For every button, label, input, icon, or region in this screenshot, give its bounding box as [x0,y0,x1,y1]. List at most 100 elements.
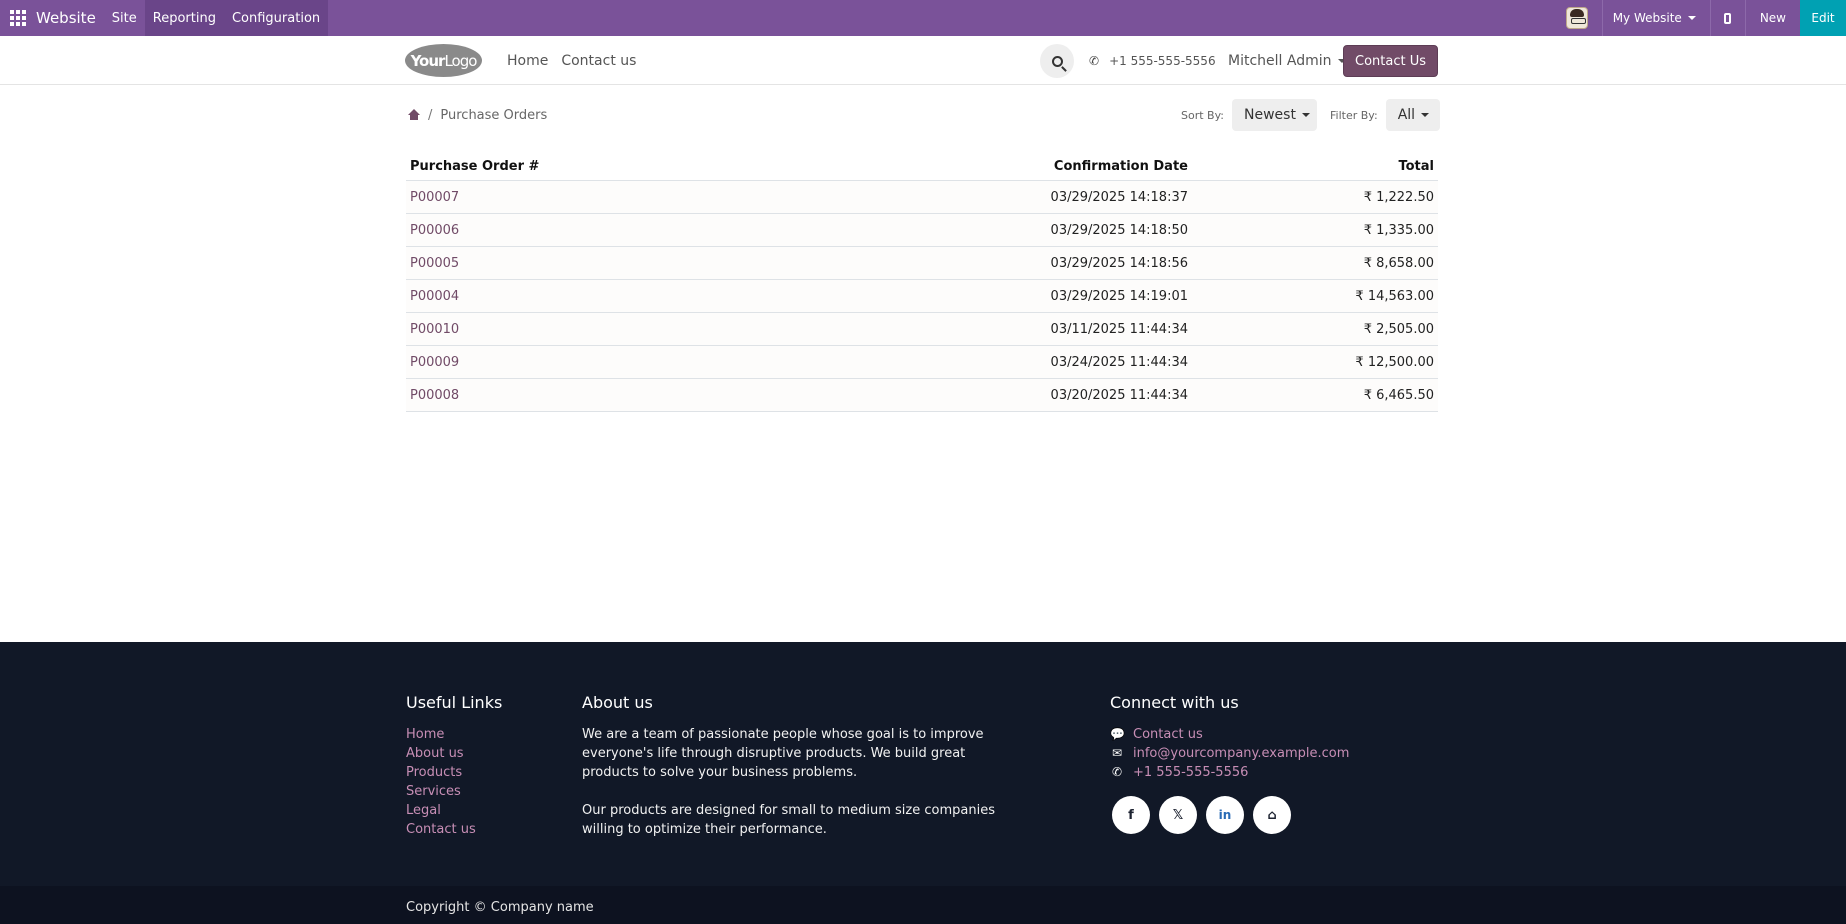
edit-button[interactable]: Edit [1800,0,1846,36]
footer-link-about[interactable]: About us [406,744,476,763]
connect-phone[interactable]: ✆ +1 555-555-5556 [1110,763,1349,782]
mobile-preview-icon[interactable] [1711,0,1745,36]
order-ref-link[interactable]: P00004 [406,289,926,304]
connect-title: Connect with us [1110,693,1239,712]
order-ref-link[interactable]: P00009 [406,355,926,370]
order-total: ₹ 8,658.00 [1363,255,1434,271]
header-phone[interactable]: ✆ +1 555-555-5556 [1089,36,1216,85]
about-paragraph: We are a team of passionate people whose… [582,727,984,780]
site-header: Your Logo Home Contact us ✆ +1 555-555-55… [0,36,1846,85]
order-total: ₹ 1,222.50 [1363,189,1434,205]
menu-configuration[interactable]: Configuration [223,0,329,36]
table-row[interactable]: P00005 03/29/2025 14:18:56 ₹ 8,658.00 [406,247,1438,280]
about-title: About us [582,693,653,712]
new-button[interactable]: New [1746,0,1800,36]
filter-dropdown[interactable]: All [1385,99,1440,131]
search-button[interactable] [1040,44,1074,78]
footer-link-contact[interactable]: Contact us [406,820,476,839]
phone-icon: ✆ [1111,765,1123,779]
chevron-down-icon [1687,16,1696,20]
contact-us-button[interactable]: Contact Us [1343,45,1438,77]
menu-reporting[interactable]: Reporting [144,0,224,36]
logo-text-light: Logo [444,51,477,70]
user-menu[interactable]: Mitchell Admin [1228,36,1346,85]
order-total: ₹ 6,465.50 [1363,387,1434,403]
order-total: ₹ 14,563.00 [1355,288,1434,304]
order-total: ₹ 1,335.00 [1363,222,1434,238]
nav-home[interactable]: Home [507,53,548,69]
useful-links-list: Home About us Products Services Legal Co… [406,725,476,839]
about-text: We are a team of passionate people whose… [582,725,1002,839]
order-ref-link[interactable]: P00006 [406,223,926,238]
menu-site[interactable]: Site [104,0,145,36]
phone-icon: ✆ [1089,53,1100,68]
footer-link-legal[interactable]: Legal [406,801,476,820]
table-row[interactable]: P00010 03/11/2025 11:44:34 ₹ 2,505.00 [406,313,1438,346]
copyright-bar: Copyright © Company name [0,886,1846,924]
sort-value: Newest [1244,107,1296,123]
website-switcher-label: My Website [1612,11,1682,25]
connect-phone-label: +1 555-555-5556 [1133,765,1249,780]
social-links: f 𝕏 in ⌂ [1112,796,1300,834]
table-row[interactable]: P00006 03/29/2025 14:18:50 ₹ 1,335.00 [406,214,1438,247]
connect-list: 💬 Contact us ✉ info@yourcompany.example.co… [1110,725,1349,782]
nav-contact-us[interactable]: Contact us [561,53,636,69]
connect-email[interactable]: ✉ info@yourcompany.example.com [1110,744,1349,763]
user-avatar[interactable] [1565,7,1588,29]
table-header: Purchase Order # Confirmation Date Total [406,153,1438,181]
site-footer: Useful Links Home About us Products Serv… [0,642,1846,886]
footer-link-products[interactable]: Products [406,763,476,782]
chat-icon: 💬 [1110,727,1125,741]
filter-label: Filter By: [1330,108,1378,122]
breadcrumb-current: Purchase Orders [440,107,548,123]
useful-links-title: Useful Links [406,693,503,712]
order-ref-link[interactable]: P00008 [406,388,926,403]
footer-link-home[interactable]: Home [406,725,476,744]
company-logo[interactable]: Your Logo [405,44,482,77]
apps-menu-icon[interactable] [0,0,36,36]
about-paragraph: Our products are designed for small to m… [582,803,995,837]
confirmation-date: 03/20/2025 11:44:34 [1050,387,1188,403]
confirmation-date: 03/29/2025 14:18:50 [1050,222,1188,238]
sort-dropdown[interactable]: Newest [1232,99,1318,131]
col-header-date: Confirmation Date [1053,159,1188,174]
order-ref-link[interactable]: P00005 [406,256,926,271]
website-switcher[interactable]: My Website [1603,0,1710,36]
table-row[interactable]: P00008 03/20/2025 11:44:34 ₹ 6,465.50 [406,379,1438,412]
confirmation-date: 03/29/2025 14:18:37 [1050,189,1188,205]
envelope-icon: ✉ [1111,746,1123,760]
chevron-down-icon [1421,113,1430,117]
connect-contact-label: Contact us [1133,727,1203,742]
table-row[interactable]: P00004 03/29/2025 14:19:01 ₹ 14,563.00 [406,280,1438,313]
copyright-text: Copyright © Company name [406,900,594,915]
table-row[interactable]: P00009 03/24/2025 11:44:34 ₹ 12,500.00 [406,346,1438,379]
facebook-icon[interactable]: f [1112,796,1150,834]
home-icon[interactable]: ⌂ [1253,796,1291,834]
chevron-down-icon [1301,113,1310,117]
table-row[interactable]: P00007 03/29/2025 14:18:37 ₹ 1,222.50 [406,181,1438,214]
sort-filter-bar: Sort By: Newest Filter By: All [1181,99,1440,131]
search-icon [1051,55,1063,67]
breadcrumb-separator: / [428,107,433,123]
app-name[interactable]: Website [36,9,104,27]
connect-contact[interactable]: 💬 Contact us [1110,725,1349,744]
order-ref-link[interactable]: P00007 [406,190,926,205]
purchase-orders-table: Purchase Order # Confirmation Date Total… [406,153,1438,412]
admin-navbar: Website Site Reporting Configuration My … [0,0,1846,36]
order-total: ₹ 2,505.00 [1363,321,1434,337]
x-icon[interactable]: 𝕏 [1159,796,1197,834]
breadcrumb: / Purchase Orders [408,104,547,126]
order-ref-link[interactable]: P00010 [406,322,926,337]
filter-value: All [1397,107,1416,123]
col-header-order: Purchase Order # [410,159,540,174]
footer-link-services[interactable]: Services [406,782,476,801]
confirmation-date: 03/29/2025 14:19:01 [1050,288,1188,304]
header-phone-number: +1 555-555-5556 [1109,53,1216,68]
sort-label: Sort By: [1181,108,1225,122]
main-nav: Home Contact us [507,36,649,85]
confirmation-date: 03/29/2025 14:18:56 [1050,255,1188,271]
order-total: ₹ 12,500.00 [1355,354,1434,370]
linkedin-icon[interactable]: in [1206,796,1244,834]
confirmation-date: 03/11/2025 11:44:34 [1050,321,1188,337]
home-icon[interactable] [408,109,420,121]
